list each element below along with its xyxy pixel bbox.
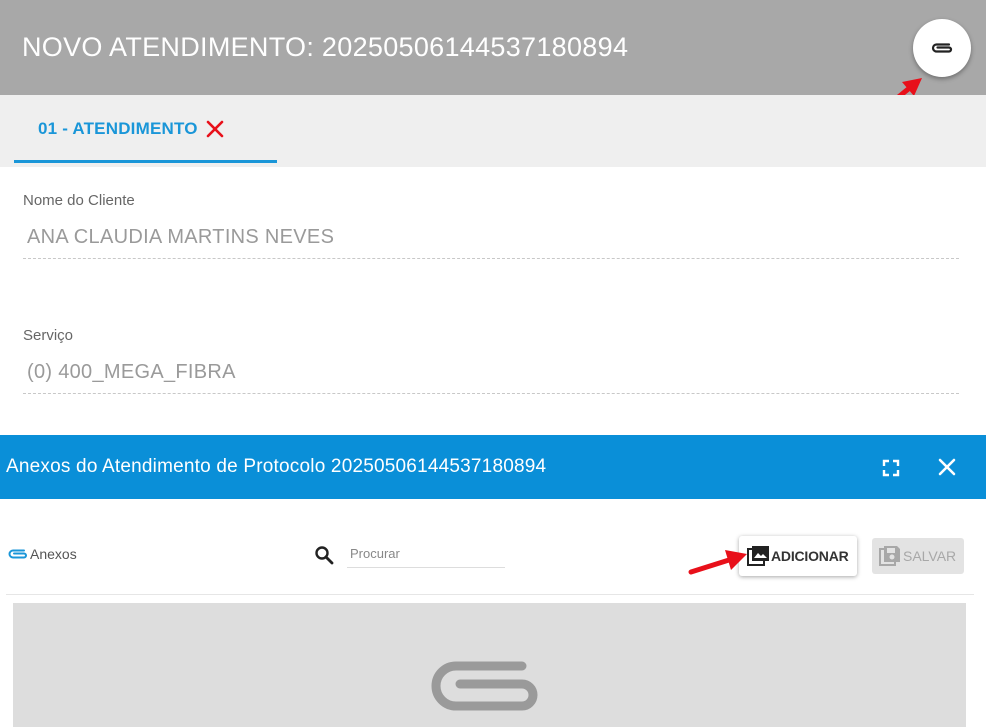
save-button-label: SALVAR: [903, 548, 957, 564]
atendimento-form: [0, 167, 986, 423]
attach-button[interactable]: [913, 19, 971, 77]
search-icon[interactable]: [314, 545, 334, 565]
search-input[interactable]: [347, 540, 505, 568]
tab-bar: 01 - ATENDIMENTO: [0, 95, 986, 167]
dialog-header: Anexos do Atendimento de Protocolo 20250…: [0, 435, 986, 499]
add-button-label: ADICIONAR: [771, 548, 849, 564]
anexos-label: Anexos: [30, 546, 77, 562]
paperclip-icon: [931, 43, 953, 53]
toolbar-divider: [6, 594, 974, 595]
dialog-title: Anexos do Atendimento de Protocolo 20250…: [6, 456, 547, 477]
paperclip-icon: [8, 549, 27, 559]
service-field[interactable]: (0) 400_MEGA_FIBRA: [27, 361, 236, 384]
field-underline: [23, 393, 959, 394]
tab-atendimento[interactable]: 01 - ATENDIMENTO: [14, 95, 277, 163]
annotation-arrow: [688, 550, 747, 575]
tab-label: 01 - ATENDIMENTO: [38, 119, 198, 138]
screenshot-root: NOVO ATENDIMENTO: 20250506144537180894 0…: [0, 0, 986, 727]
field-underline: [23, 258, 959, 259]
tab-active-indicator: [14, 160, 277, 163]
separator: [0, 423, 986, 435]
service-label: Serviço: [23, 327, 74, 344]
save-icon: [879, 546, 900, 566]
close-icon[interactable]: [204, 118, 226, 140]
client-name-field[interactable]: ANA CLAUDIA MARTINS NEVES: [27, 226, 334, 249]
fullscreen-icon[interactable]: [880, 457, 902, 479]
close-icon[interactable]: [935, 455, 959, 479]
top-header: NOVO ATENDIMENTO: 20250506144537180894: [0, 0, 986, 95]
page-title: NOVO ATENDIMENTO: 20250506144537180894: [22, 32, 629, 62]
save-button[interactable]: SALVAR: [872, 538, 964, 574]
paperclip-icon: [431, 661, 538, 711]
add-button[interactable]: ADICIONAR: [739, 536, 857, 576]
client-name-label: Nome do Cliente: [23, 192, 135, 209]
anexos-section: Anexos: [6, 546, 77, 562]
